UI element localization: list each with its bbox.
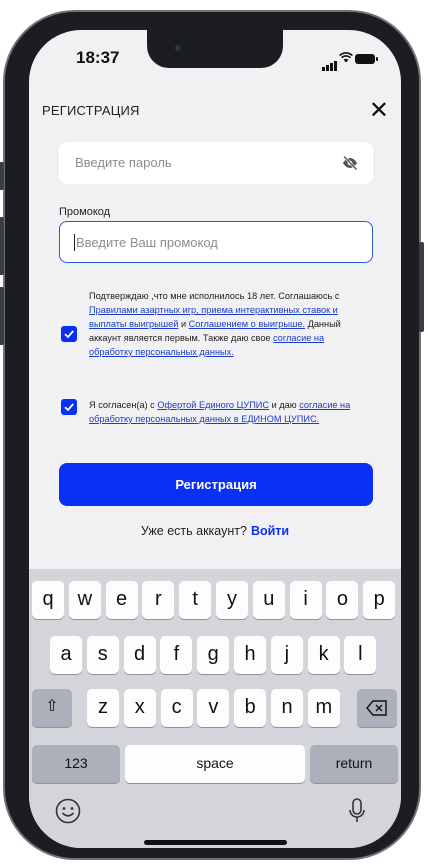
have-account-text: Уже есть аккаунт? (140, 524, 247, 538)
agree-cupis-text: Я согласен(а) с Офертой Единого ЦУПИС и … (89, 398, 351, 426)
winning-agreement-link[interactable]: Соглашением о выигрыше. (189, 319, 305, 329)
password-placeholder: Введите пароль (75, 155, 172, 170)
key-b[interactable]: b (234, 689, 267, 727)
key-x[interactable]: x (123, 689, 156, 727)
key-z[interactable]: z (87, 689, 119, 727)
page-title: РЕГИСТРАЦИЯ (42, 103, 140, 118)
agree2-text-2: и даю (269, 400, 300, 410)
key-a[interactable]: a (50, 636, 82, 674)
numbers-key[interactable]: 123 (32, 745, 120, 783)
cupis-offer-link[interactable]: Офертой Единого ЦУПИС (157, 400, 269, 410)
key-p[interactable]: p (363, 581, 396, 619)
key-v[interactable]: v (197, 689, 230, 727)
volume-down-button (0, 287, 4, 345)
signal-icon (322, 53, 338, 71)
key-l[interactable]: l (344, 636, 377, 674)
emoji-icon[interactable] (55, 798, 81, 829)
mute-switch (0, 162, 4, 190)
backspace-icon (366, 700, 387, 716)
home-indicator (144, 840, 287, 845)
password-field[interactable]: Введите пароль (59, 142, 373, 184)
agree-cupis-checkbox[interactable] (61, 399, 77, 415)
key-d[interactable]: d (123, 636, 156, 674)
volume-up-button (0, 217, 4, 275)
status-time: 18:37 (76, 48, 120, 67)
login-prompt: Уже есть аккаунт? Войти (29, 524, 401, 538)
key-k[interactable]: k (307, 636, 340, 674)
screen: 18:37 РЕГИСТРАЦИЯ ✕ Введите пароль Промо… (29, 30, 401, 848)
key-e[interactable]: e (105, 581, 138, 619)
key-t[interactable]: t (179, 581, 212, 619)
checkmark-icon (64, 330, 74, 339)
status-bar: 18:37 (29, 30, 401, 86)
key-n[interactable]: n (271, 689, 303, 727)
page-header: РЕГИСТРАЦИЯ ✕ (29, 92, 401, 132)
checkmark-icon (64, 403, 74, 412)
return-key[interactable]: return (310, 745, 398, 783)
key-r[interactable]: r (142, 581, 175, 619)
backspace-key[interactable] (357, 689, 397, 727)
key-q[interactable]: q (32, 581, 64, 619)
eye-off-icon[interactable] (341, 154, 359, 172)
wifi-icon (339, 52, 353, 63)
promo-input[interactable]: Введите Ваш промокод (59, 221, 373, 263)
key-m[interactable]: m (307, 689, 340, 727)
key-h[interactable]: h (234, 636, 266, 674)
agree2-text-1: Я согласен(а) с (89, 400, 158, 410)
battery-icon (355, 54, 378, 64)
shift-key[interactable]: ⇧ (32, 689, 72, 727)
promo-label: Промокод (59, 206, 111, 218)
dynamic-island (147, 30, 283, 68)
microphone-icon[interactable] (348, 797, 366, 830)
agree1-text-2: и (178, 319, 189, 329)
close-icon[interactable]: ✕ (369, 96, 389, 125)
agree-rules-checkbox[interactable] (61, 326, 77, 342)
phone-frame: 18:37 РЕГИСТРАЦИЯ ✕ Введите пароль Промо… (0, 10, 424, 860)
key-u[interactable]: u (252, 581, 285, 619)
key-g[interactable]: g (197, 636, 230, 674)
key-c[interactable]: c (160, 689, 193, 727)
space-key[interactable]: space (125, 745, 305, 783)
power-button (419, 242, 424, 332)
key-i[interactable]: i (289, 581, 322, 619)
key-s[interactable]: s (86, 636, 119, 674)
text-caret (74, 234, 75, 251)
agree1-text-1: Подтверждаю ,что мне исполнилось 18 лет.… (89, 291, 340, 301)
promo-placeholder: Введите Ваш промокод (76, 235, 218, 250)
key-y[interactable]: y (216, 581, 248, 619)
on-screen-keyboard: q w e r t y u i o p a s d f g h j k l ⇧ z x c v b n m 123 space retur… (29, 569, 401, 848)
key-f[interactable]: f (160, 636, 193, 674)
key-o[interactable]: o (326, 581, 359, 619)
key-w[interactable]: w (68, 581, 101, 619)
key-j[interactable]: j (270, 636, 303, 674)
agree-rules-text: Подтверждаю ,что мне исполнилось 18 лет.… (89, 289, 351, 359)
login-link[interactable]: Войти (251, 524, 289, 538)
register-button[interactable]: Регистрация (59, 463, 373, 506)
